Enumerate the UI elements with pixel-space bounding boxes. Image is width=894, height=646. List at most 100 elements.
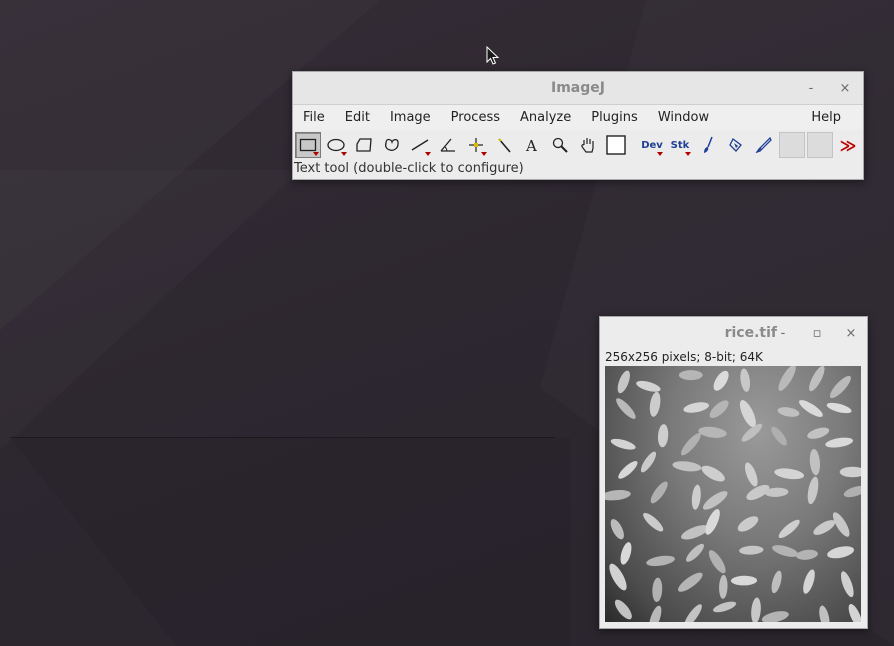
minimize-button[interactable]: - — [773, 323, 793, 343]
rice-grain — [809, 366, 825, 392]
rice-grain — [620, 542, 632, 565]
rice-grain — [686, 543, 704, 562]
rice-grain — [610, 438, 636, 450]
flood-fill-icon — [729, 138, 742, 152]
line-tool[interactable] — [407, 132, 433, 158]
rice-grain — [807, 427, 830, 439]
close-button[interactable]: × — [841, 323, 861, 343]
imagej-titlebar[interactable]: ImageJ - × — [293, 72, 863, 105]
rice-grain — [829, 375, 851, 399]
wand-tool[interactable] — [491, 132, 517, 158]
rice-grain — [652, 577, 663, 602]
oval-icon — [327, 138, 345, 152]
image-canvas[interactable] — [605, 366, 861, 622]
rice-grain — [807, 476, 819, 505]
image-titlebar[interactable]: rice.tif - ▫ × — [600, 317, 867, 349]
dev-label: Dev — [641, 139, 663, 151]
dropdown-indicator — [341, 152, 347, 156]
menu-file[interactable]: File — [293, 105, 335, 130]
dropdown-indicator — [425, 152, 431, 156]
empty-tool-slot[interactable] — [779, 132, 805, 158]
rice-grain — [646, 555, 675, 567]
mouse-pointer-icon — [486, 46, 500, 65]
brush-tool[interactable] — [695, 132, 721, 158]
rice-grain — [848, 603, 861, 622]
wand-icon — [498, 138, 511, 153]
rice-grain — [649, 391, 661, 417]
rice-grain — [740, 368, 751, 392]
point-tool[interactable] — [463, 132, 489, 158]
rice-grain — [684, 604, 702, 622]
hand-tool[interactable] — [575, 132, 601, 158]
rice-grain — [677, 572, 703, 592]
minimize-button[interactable]: - — [801, 78, 821, 98]
rice-grain — [761, 611, 789, 622]
rice-grain — [640, 451, 657, 473]
menu-help[interactable]: Help — [801, 105, 851, 130]
status-bar: Text tool (double-click to configure) — [294, 161, 524, 176]
rice-grain — [701, 465, 725, 482]
maximize-button[interactable]: ▫ — [807, 323, 827, 343]
rice-grain — [771, 570, 782, 594]
rice-grain — [636, 380, 661, 392]
flood-fill-tool[interactable] — [723, 132, 749, 158]
close-button[interactable]: × — [835, 78, 855, 98]
stk-tools-menu[interactable]: Stk — [667, 132, 693, 158]
oval-tool[interactable] — [323, 132, 349, 158]
magnifier-tool[interactable] — [547, 132, 573, 158]
dropdown-indicator — [481, 152, 487, 156]
rice-grain — [614, 599, 632, 620]
empty-tool-slot[interactable] — [807, 132, 833, 158]
rice-grain — [719, 574, 728, 599]
rice-grain — [605, 489, 631, 501]
rice-grain — [649, 605, 662, 622]
rice-grain — [778, 366, 796, 391]
more-tools-icon: ≫ — [839, 135, 857, 155]
svg-text:A: A — [525, 137, 537, 153]
rice-grain — [771, 426, 787, 446]
image-window-controls: - ▫ × — [773, 317, 861, 349]
point-icon — [469, 138, 483, 152]
polygon-tool[interactable] — [351, 132, 377, 158]
rice-grain — [698, 426, 727, 438]
background-shape — [10, 438, 570, 646]
image-info: 256x256 pixels; 8-bit; 64K — [605, 350, 763, 364]
rice-grain — [739, 545, 764, 555]
menu-plugins[interactable]: Plugins — [581, 105, 648, 130]
pencil-tool[interactable] — [751, 132, 777, 158]
dev-tools-menu[interactable]: Dev — [639, 132, 665, 158]
rice-grain — [708, 550, 726, 574]
imagej-window: ImageJ - × File Edit Image Process Analy… — [292, 71, 864, 180]
hand-icon — [581, 138, 594, 153]
rice-grain — [798, 400, 823, 417]
rice-grain — [617, 370, 630, 394]
rice-grain — [739, 400, 756, 428]
angle-tool[interactable] — [435, 132, 461, 158]
rice-grain — [680, 433, 701, 456]
rice-grain — [809, 448, 821, 476]
rice-grain — [672, 461, 702, 472]
dropdown-indicator — [685, 152, 691, 156]
freehand-tool[interactable] — [379, 132, 405, 158]
menu-image[interactable]: Image — [380, 105, 441, 130]
rice-grain — [650, 481, 668, 504]
rice-grain — [827, 546, 855, 559]
menu-window[interactable]: Window — [648, 105, 719, 130]
rice-grain — [751, 597, 761, 622]
menu-analyze[interactable]: Analyze — [510, 105, 581, 130]
rice-grain — [839, 466, 861, 478]
rectangle-tool[interactable] — [295, 132, 321, 158]
angle-icon — [440, 138, 455, 152]
menu-process[interactable]: Process — [441, 105, 510, 130]
rectangle-icon — [299, 138, 317, 152]
rice-grain — [713, 370, 729, 391]
menu-edit[interactable]: Edit — [335, 105, 380, 130]
rice-grain — [737, 516, 759, 532]
rice-grain — [730, 575, 758, 586]
color-picker-tool[interactable] — [603, 132, 629, 158]
more-tools-button[interactable]: ≫ — [835, 132, 861, 158]
menu-bar: File Edit Image Process Analyze Plugins … — [293, 105, 863, 130]
rice-grain — [657, 424, 669, 448]
text-tool[interactable]: A — [519, 132, 545, 158]
rice-grain — [709, 400, 729, 419]
